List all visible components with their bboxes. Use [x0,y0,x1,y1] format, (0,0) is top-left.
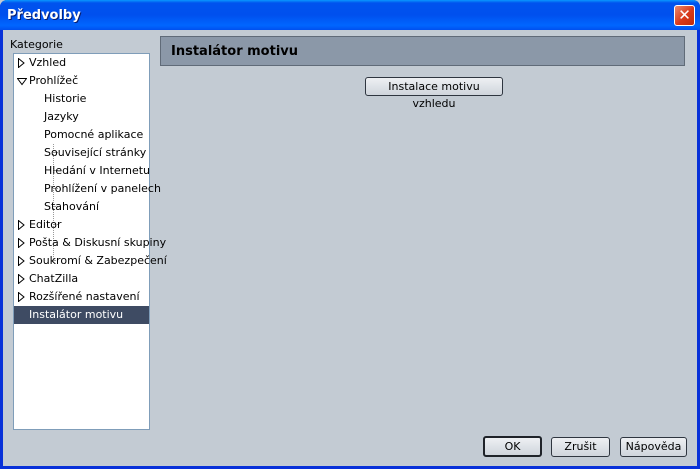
panel-title: Instalátor motivu [171,44,299,59]
expand-arrow-icon[interactable] [18,270,28,288]
tree-item-prohlizeni-v-panelech[interactable]: Prohlížení v panelech [14,180,161,198]
tree-item-vzhled[interactable]: Vzhled [14,54,149,72]
ok-button[interactable]: OK [483,436,542,457]
tree-item-instalator-motivu[interactable]: Instalátor motivu [14,306,149,324]
install-theme-button[interactable]: Instalace motivu vzhledu [365,77,503,110]
close-button[interactable]: ✕ [674,5,695,26]
tree-item-posta-diskusni-skupiny[interactable]: Pošta & Diskusní skupiny [14,234,166,252]
panel-header: Instalátor motivu [160,36,685,66]
category-tree[interactable]: Vzhled Prohlížeč Historie Jazyky Pomocné… [13,53,167,430]
collapse-arrow-icon[interactable] [17,72,27,90]
tree-item-prohlizec[interactable]: Prohlížeč [14,72,149,90]
tree-item-souvisejici-stranky[interactable]: Související stránky [14,144,149,162]
tree-item-chatzilla[interactable]: ChatZilla [14,270,149,288]
help-button[interactable]: Nápověda [620,437,687,457]
title-bar[interactable]: Předvolby ✕ [0,0,700,30]
expand-arrow-icon[interactable] [18,54,28,72]
tree-item-jazyky[interactable]: Jazyky [14,108,149,126]
tree-item-editor[interactable]: Editor [14,216,149,234]
tree-item-historie[interactable]: Historie [14,90,149,108]
tree-item-soukromi-zabezpeceni[interactable]: Soukromí & Zabezpečení [14,252,167,270]
tree-item-rozsirene-nastaveni[interactable]: Rozšířené nastavení [14,288,149,306]
cancel-button[interactable]: Zrušit [551,437,610,457]
expand-arrow-icon[interactable] [18,252,28,270]
close-icon: ✕ [678,6,691,24]
expand-arrow-icon[interactable] [18,234,28,252]
tree-item-hledani-v-internetu[interactable]: Hledání v Internetu [14,162,150,180]
tree-item-stahovani[interactable]: Stahování [14,198,149,216]
expand-arrow-icon[interactable] [18,288,28,306]
tree-item-pomocne-aplikace[interactable]: Pomocné aplikace [14,126,149,144]
window-title: Předvolby [7,8,81,23]
categories-label: Kategorie [10,38,63,51]
expand-arrow-icon[interactable] [18,216,28,234]
